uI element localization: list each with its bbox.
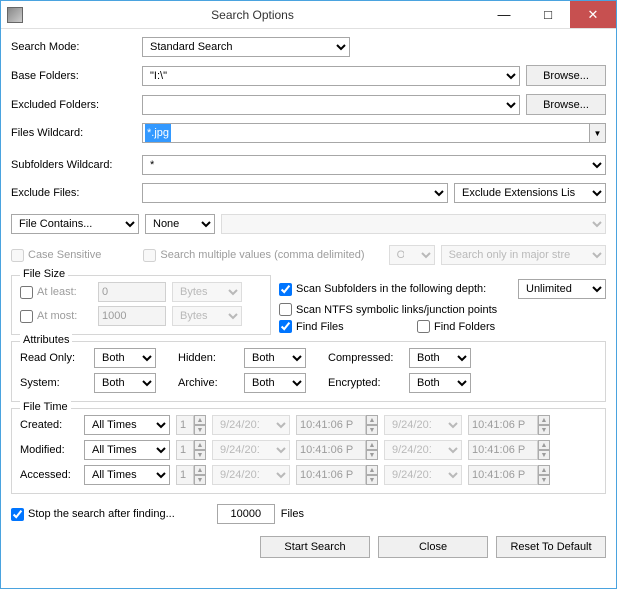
at-most-checkbox[interactable]: At most: <box>20 310 92 323</box>
files-wildcard-value: *.jpg <box>145 124 171 142</box>
app-icon <box>7 7 23 23</box>
accessed-date-from: 9/24/2014 <box>212 465 290 485</box>
modified-date-from: 9/24/2014 <box>212 440 290 460</box>
system-label: System: <box>20 377 88 389</box>
base-folders-label: Base Folders: <box>11 70 136 82</box>
read-only-label: Read Only: <box>20 352 88 364</box>
spinner-icon: ▲▼ <box>366 465 378 485</box>
created-time-from <box>296 415 366 435</box>
find-files-checkbox[interactable]: Find Files <box>279 320 411 333</box>
stop-after-checkbox[interactable]: Stop the search after finding... <box>11 508 175 521</box>
at-least-input <box>98 282 166 302</box>
modified-label: Modified: <box>20 444 78 456</box>
archive-label: Archive: <box>178 377 238 389</box>
attributes-group: Attributes Read Only: Both Hidden: Both … <box>11 341 606 402</box>
encrypted-label: Encrypted: <box>328 377 403 389</box>
spinner-icon: ▲▼ <box>538 415 550 435</box>
files-suffix-label: Files <box>281 508 304 520</box>
search-multiple-checkbox: Search multiple values (comma delimited) <box>143 249 364 262</box>
created-mode[interactable]: All Times <box>84 415 170 435</box>
compressed-label: Compressed: <box>328 352 403 364</box>
spinner-icon: ▲▼ <box>366 415 378 435</box>
base-folders-select[interactable]: "I:\" <box>142 66 520 86</box>
at-most-unit: Bytes <box>172 306 242 326</box>
created-date-to: 9/24/2014 <box>384 415 462 435</box>
exclude-ext-list-select[interactable]: Exclude Extensions List <box>454 183 606 203</box>
chevron-down-icon[interactable]: ▼ <box>589 124 605 142</box>
modified-count <box>176 440 194 460</box>
browse-excluded-button[interactable]: Browse... <box>526 94 606 115</box>
file-time-legend: File Time <box>20 401 71 413</box>
file-size-legend: File Size <box>20 268 68 280</box>
search-only-major-select: Search only in major stre <box>441 245 606 265</box>
file-contains-select[interactable]: File Contains... <box>11 214 139 234</box>
at-least-checkbox[interactable]: At least: <box>20 286 92 299</box>
at-most-input <box>98 306 166 326</box>
read-only-select[interactable]: Both <box>94 348 156 368</box>
files-wildcard-combo[interactable]: *.jpg ▼ <box>142 123 606 143</box>
modified-mode[interactable]: All Times <box>84 440 170 460</box>
find-folders-checkbox[interactable]: Find Folders <box>417 320 495 333</box>
spinner-icon: ▲▼ <box>194 465 206 485</box>
files-wildcard-label: Files Wildcard: <box>11 127 136 139</box>
file-size-group: File Size At least: Bytes At most: <box>11 275 271 335</box>
window-title: Search Options <box>23 8 482 22</box>
file-contains-mode-select[interactable]: None <box>145 214 215 234</box>
modified-time-from <box>296 440 366 460</box>
excluded-folders-label: Excluded Folders: <box>11 99 136 111</box>
titlebar: Search Options — □ ✕ <box>1 1 616 29</box>
attributes-legend: Attributes <box>20 334 72 346</box>
excluded-folders-select[interactable] <box>142 95 520 115</box>
created-label: Created: <box>20 419 78 431</box>
case-sensitive-checkbox: Case Sensitive <box>11 249 101 262</box>
compressed-select[interactable]: Both <box>409 348 471 368</box>
accessed-time-to <box>468 465 538 485</box>
subfolders-wildcard-label: Subfolders Wildcard: <box>11 159 136 171</box>
accessed-label: Accessed: <box>20 469 78 481</box>
archive-select[interactable]: Both <box>244 373 306 393</box>
accessed-date-to: 9/24/2014 <box>384 465 462 485</box>
scan-subfolders-checkbox[interactable]: Scan Subfolders in the following depth: <box>279 283 486 296</box>
accessed-mode[interactable]: All Times <box>84 465 170 485</box>
created-date-from: 9/24/2014 <box>212 415 290 435</box>
spinner-icon: ▲▼ <box>194 415 206 435</box>
stop-after-count[interactable] <box>217 504 275 524</box>
spinner-icon: ▲▼ <box>194 440 206 460</box>
exclude-files-label: Exclude Files: <box>11 187 136 199</box>
created-count <box>176 415 194 435</box>
modified-date-to: 9/24/2014 <box>384 440 462 460</box>
at-least-unit: Bytes <box>172 282 242 302</box>
accessed-time-from <box>296 465 366 485</box>
maximize-button[interactable]: □ <box>526 1 570 28</box>
encrypted-select[interactable]: Both <box>409 373 471 393</box>
system-select[interactable]: Both <box>94 373 156 393</box>
search-mode-label: Search Mode: <box>11 41 136 53</box>
file-time-group: File Time Created: All Times ▲▼ 9/24/201… <box>11 408 606 494</box>
spinner-icon: ▲▼ <box>538 440 550 460</box>
minimize-button[interactable]: — <box>482 1 526 28</box>
modified-time-to <box>468 440 538 460</box>
subfolders-wildcard-select[interactable]: * <box>142 155 606 175</box>
file-contains-text <box>221 214 606 234</box>
hidden-select[interactable]: Both <box>244 348 306 368</box>
exclude-files-select[interactable] <box>142 183 448 203</box>
hidden-label: Hidden: <box>178 352 238 364</box>
browse-base-button[interactable]: Browse... <box>526 65 606 86</box>
search-options-window: Search Options — □ ✕ Search Mode: Standa… <box>0 0 617 589</box>
created-time-to <box>468 415 538 435</box>
reset-button[interactable]: Reset To Default <box>496 536 606 558</box>
start-search-button[interactable]: Start Search <box>260 536 370 558</box>
scan-depth-select[interactable]: Unlimited <box>518 279 606 299</box>
or-select: Or <box>389 245 435 265</box>
search-mode-select[interactable]: Standard Search <box>142 37 350 57</box>
scan-ntfs-checkbox[interactable]: Scan NTFS symbolic links/junction points <box>279 303 497 316</box>
accessed-count <box>176 465 194 485</box>
spinner-icon: ▲▼ <box>366 440 378 460</box>
close-button[interactable]: Close <box>378 536 488 558</box>
close-window-button[interactable]: ✕ <box>570 1 616 28</box>
spinner-icon: ▲▼ <box>538 465 550 485</box>
